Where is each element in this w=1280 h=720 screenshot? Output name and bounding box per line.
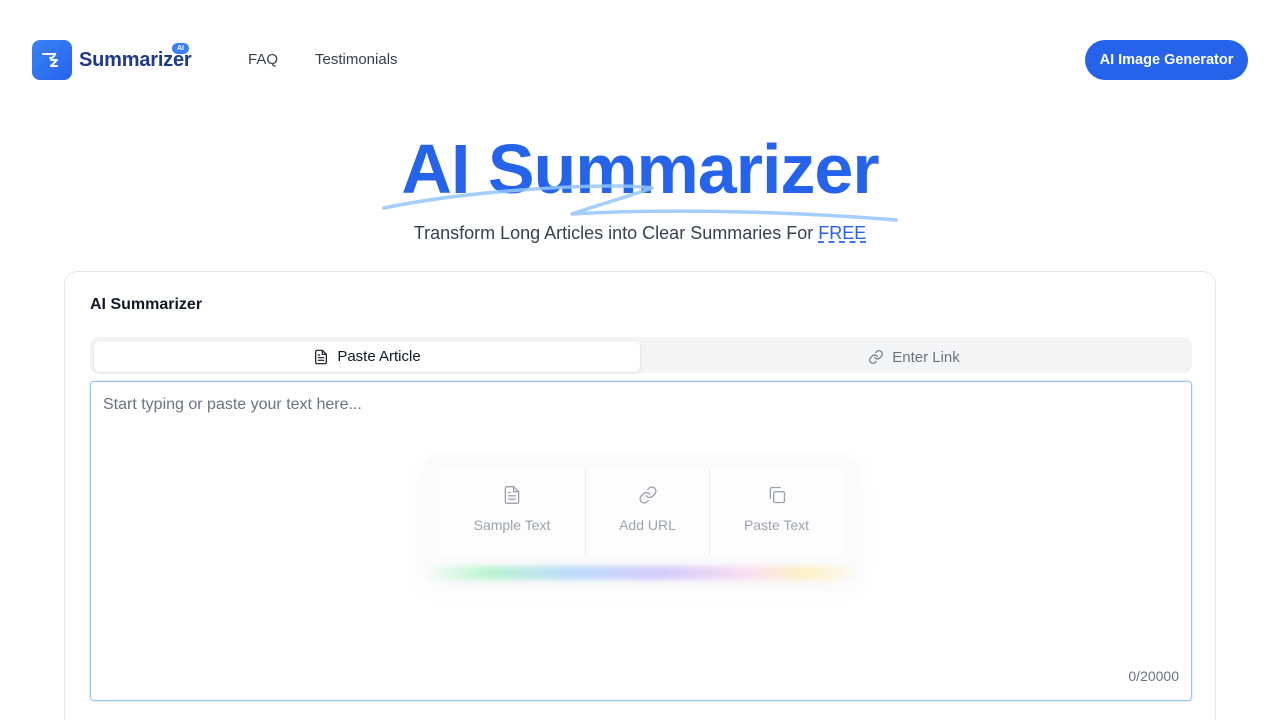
summarizer-card: AI Summarizer Paste Article Enter Link S… (64, 271, 1216, 720)
link-icon (638, 486, 657, 504)
article-editor: Sample Text Add URL Paste Text 0/20000 (90, 381, 1192, 701)
copy-icon (769, 486, 785, 504)
quick-actions: Sample Text Add URL Paste Text (423, 454, 859, 582)
logo-icon (32, 40, 72, 80)
quick-action-label: Paste Text (743, 517, 810, 533)
ai-image-generator-button[interactable]: AI Image Generator (1085, 40, 1248, 80)
hero-subtitle-text: Transform Long Articles into Clear Summa… (413, 223, 819, 243)
quick-action-label: Sample Text (473, 517, 551, 533)
link-icon (869, 350, 884, 364)
hero-underline-swoosh (382, 184, 898, 222)
document-icon (315, 349, 328, 364)
sample-text-button[interactable]: Sample Text (439, 469, 586, 555)
hero-subtitle: Transform Long Articles into Clear Summa… (0, 223, 1280, 244)
character-counter: 0/20000 (1128, 668, 1179, 684)
document-icon (504, 486, 520, 504)
brand-logo[interactable]: Summarizer (32, 40, 192, 80)
tab-label: Enter Link (892, 348, 960, 366)
tab-label: Paste Article (337, 348, 421, 365)
free-highlight: FREE (818, 223, 867, 243)
tab-enter-link[interactable]: Enter Link (640, 341, 1188, 373)
input-mode-tabs: Paste Article Enter Link (90, 337, 1192, 373)
paste-text-button[interactable]: Paste Text (710, 469, 843, 555)
decorative-glow (423, 566, 859, 580)
add-url-button[interactable]: Add URL (586, 469, 710, 555)
tab-paste-article[interactable]: Paste Article (94, 341, 640, 372)
nav-link-testimonials[interactable]: Testimonials (315, 51, 398, 68)
card-title: AI Summarizer (90, 296, 203, 313)
brand-ai-badge: AI (172, 43, 189, 54)
quick-action-label: Add URL (619, 517, 676, 533)
site-header: Summarizer AI FAQ Testimonials AI Image … (0, 0, 1280, 120)
nav-link-faq[interactable]: FAQ (248, 51, 278, 68)
